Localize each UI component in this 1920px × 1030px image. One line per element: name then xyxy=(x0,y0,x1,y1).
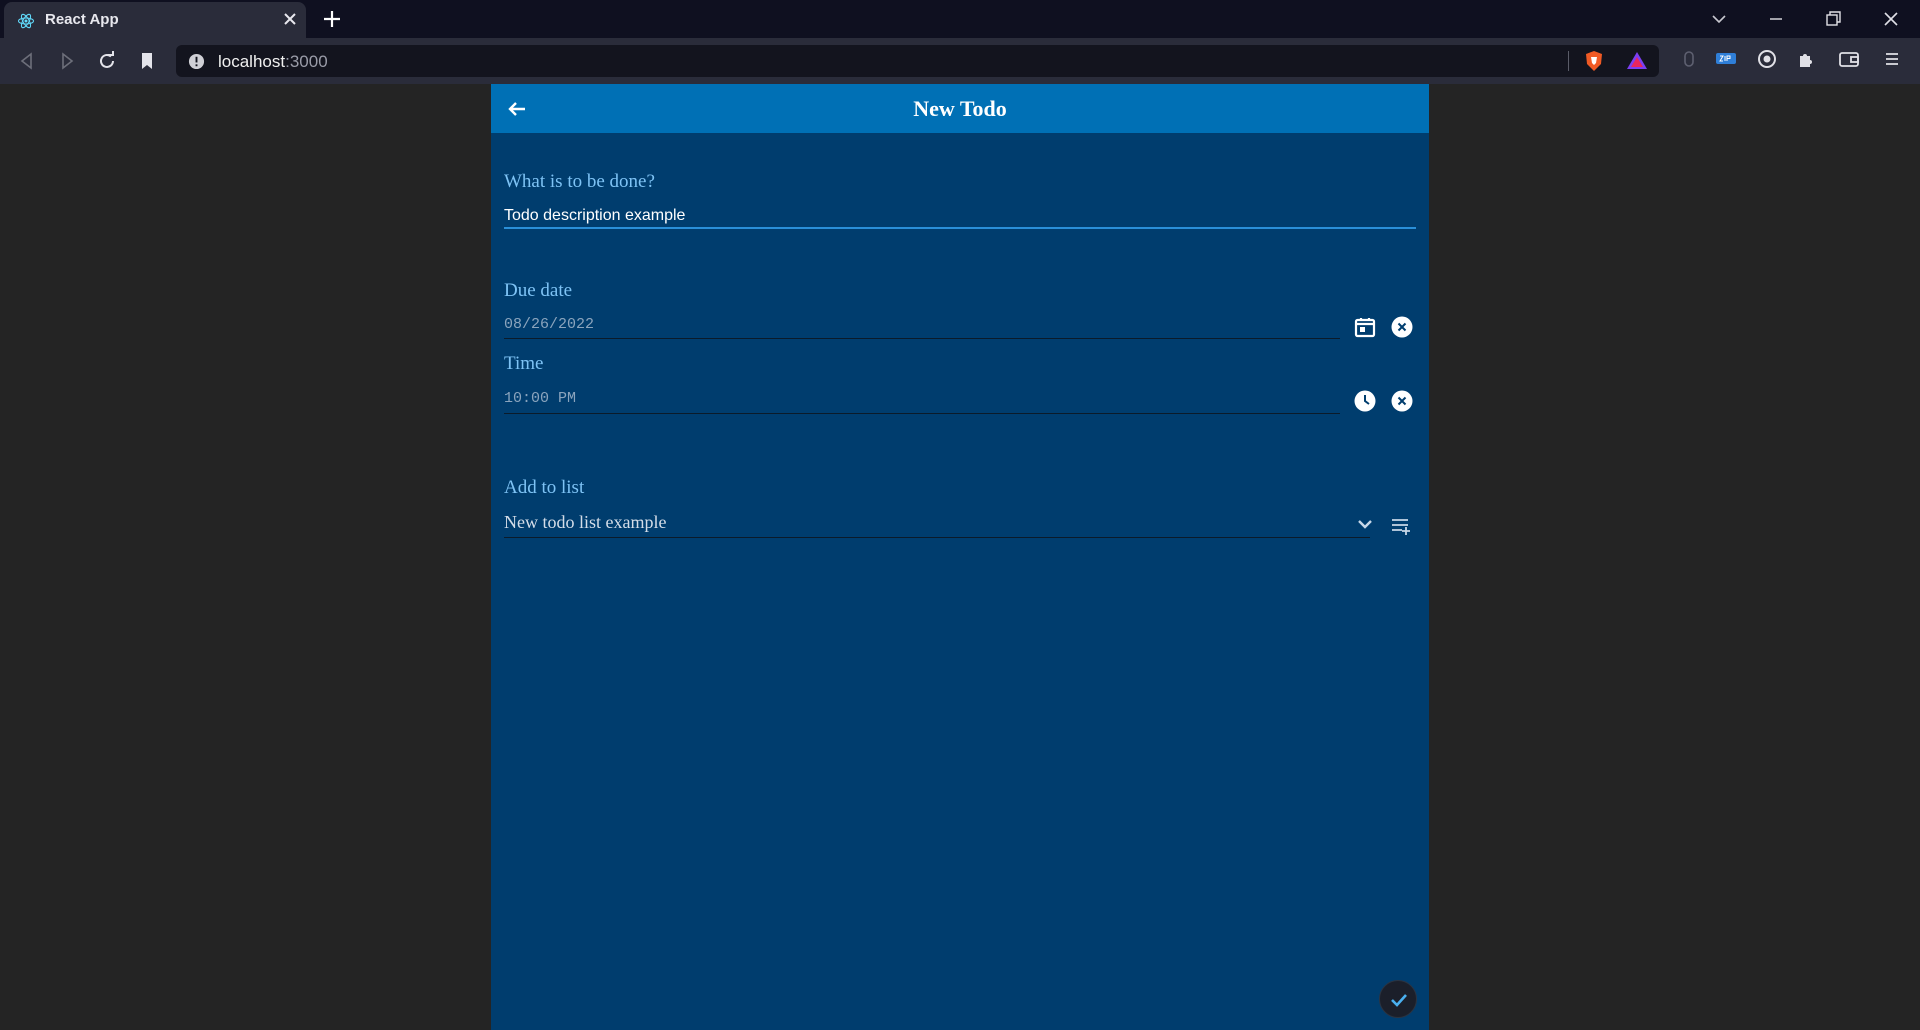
todo-app: New Todo What is to be done? Due date 08… xyxy=(491,84,1429,1030)
clear-date-icon[interactable] xyxy=(1390,315,1414,339)
time-underline xyxy=(504,413,1340,414)
due-date-label: Due date xyxy=(504,280,573,301)
list-select[interactable]: New todo list example xyxy=(504,512,1364,533)
extension-zip-icon[interactable] xyxy=(1714,47,1738,71)
wallet-icon[interactable] xyxy=(1837,47,1861,71)
forward-nav-icon[interactable] xyxy=(54,48,80,74)
site-info-icon[interactable] xyxy=(188,53,205,70)
extension-target-icon[interactable] xyxy=(1755,47,1779,71)
brave-shield-icon[interactable] xyxy=(1582,49,1606,73)
address-bar[interactable]: localhost:3000 xyxy=(176,45,1659,77)
description-label: What is to be done? xyxy=(504,171,655,192)
bookmark-icon[interactable] xyxy=(134,48,160,74)
list-label: Add to list xyxy=(504,477,585,498)
clock-icon[interactable] xyxy=(1353,389,1377,413)
clear-time-icon[interactable] xyxy=(1390,389,1414,413)
due-date-input[interactable]: 08/26/2022 xyxy=(504,316,594,333)
browser-tab-bar: React App xyxy=(0,0,1920,38)
check-icon xyxy=(1391,994,1407,1007)
react-logo-icon xyxy=(17,13,35,29)
playlist-add-icon[interactable] xyxy=(1390,514,1414,538)
tab-search-icon[interactable] xyxy=(1707,7,1731,31)
tab-title: React App xyxy=(45,11,119,28)
reload-icon[interactable] xyxy=(94,48,120,74)
description-underline xyxy=(504,227,1416,229)
due-date-underline xyxy=(504,338,1340,339)
address-separator xyxy=(1568,51,1569,71)
extension-mouse-icon[interactable] xyxy=(1677,47,1701,71)
url-port: :3000 xyxy=(285,52,328,71)
back-nav-icon[interactable] xyxy=(14,48,40,74)
description-input[interactable] xyxy=(504,204,1404,228)
browser-toolbar: localhost:3000 xyxy=(0,38,1920,84)
browser-tab[interactable]: React App xyxy=(4,2,306,38)
brave-rewards-icon[interactable] xyxy=(1625,49,1649,73)
close-tab-icon[interactable] xyxy=(280,9,300,29)
url-host: localhost xyxy=(218,52,286,71)
calendar-icon[interactable] xyxy=(1353,315,1377,339)
browser-menu-icon[interactable] xyxy=(1880,47,1904,71)
chevron-down-icon[interactable] xyxy=(1353,512,1377,536)
app-header: New Todo xyxy=(491,84,1429,133)
new-tab-icon[interactable] xyxy=(320,7,344,31)
restore-icon[interactable] xyxy=(1821,7,1845,31)
extensions-puzzle-icon[interactable] xyxy=(1795,47,1819,71)
list-underline xyxy=(504,537,1370,538)
time-input[interactable]: 10:00 PM xyxy=(504,390,576,407)
close-window-icon[interactable] xyxy=(1879,7,1903,31)
save-fab-button[interactable] xyxy=(1379,980,1417,1018)
time-label: Time xyxy=(504,353,544,374)
minimize-icon[interactable] xyxy=(1764,7,1788,31)
page-title: New Todo xyxy=(913,96,1007,121)
url-text[interactable]: localhost:3000 xyxy=(218,52,328,72)
